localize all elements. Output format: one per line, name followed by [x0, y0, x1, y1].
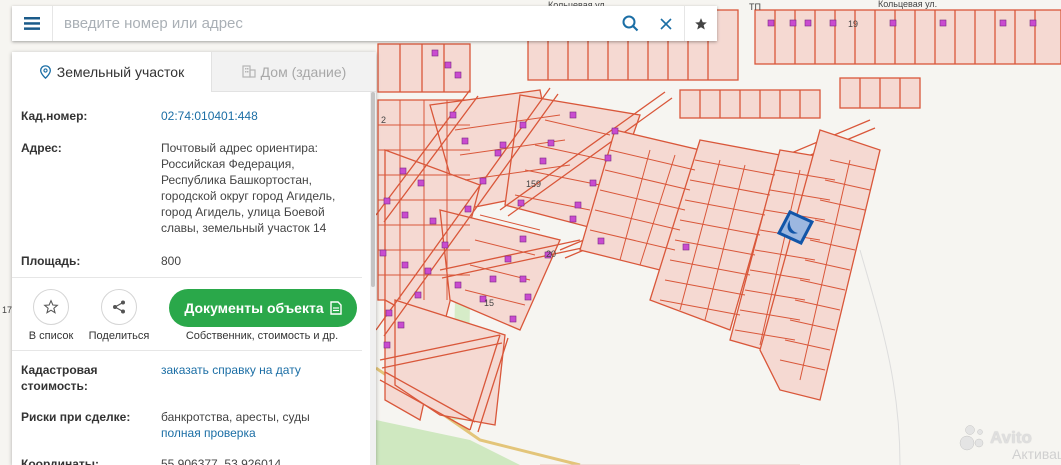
documents-button-label: Документы объекта [184, 300, 324, 316]
document-icon [329, 301, 342, 315]
search-bar [12, 6, 717, 41]
plot-number: 20 [546, 249, 557, 259]
plot-number: 15 [484, 298, 495, 308]
info-panel: Земельный участок Дом (здание) Кад.номер… [12, 52, 376, 465]
risks-text: банкротства, аресты, суды [161, 410, 310, 424]
scrollbar-thumb[interactable] [371, 92, 375, 287]
share-icon [113, 300, 125, 314]
area-label: Площадь: [21, 254, 81, 268]
star-outline-icon [43, 299, 59, 314]
share-button[interactable] [101, 289, 137, 325]
activation-overlay: Активаци [1012, 446, 1061, 462]
address-line: славы, земельный участок 14 [161, 221, 327, 235]
star-icon [695, 17, 707, 30]
plot-number: 2 [381, 115, 387, 125]
search-input[interactable] [53, 6, 612, 41]
cost-label-line: Кадастровая [21, 363, 98, 377]
tab-land-plot[interactable]: Земельный участок [12, 52, 211, 92]
documents-button[interactable]: Документы объекта [169, 289, 357, 327]
add-to-list-label: В список [28, 330, 74, 342]
share-label: Поделиться [88, 330, 150, 342]
location-pin-icon [39, 65, 51, 79]
address-line: город Агидель, улица Боевой [161, 205, 325, 219]
risks-value: банкротства, аресты, суды полная проверк… [161, 409, 361, 441]
tab-label: Земельный участок [56, 64, 185, 80]
favorites-button[interactable] [684, 6, 717, 41]
cadnum-value[interactable]: 02:74:010401:448 [161, 108, 361, 124]
address-line: Российская Федерация, [161, 157, 295, 171]
address-label: Адрес: [21, 141, 62, 155]
documents-caption: Собственник, стоимость и др. [185, 330, 339, 342]
plot-number: 159 [526, 179, 542, 189]
cadnum-label: Кад.номер: [21, 109, 88, 123]
add-to-list-button[interactable] [33, 289, 69, 325]
divider [12, 350, 362, 351]
address-line: городской округ город Агидель, [161, 189, 336, 203]
street-label: Кольцевая ул. [878, 0, 938, 9]
coords-label: Координаты: [21, 457, 100, 465]
divider [12, 277, 362, 278]
risks-label: Риски при сделке: [21, 410, 131, 424]
search-button[interactable] [612, 6, 648, 41]
address-line: Почтовый адрес ориентира: [161, 141, 318, 155]
clear-button[interactable] [648, 6, 684, 41]
tab-building[interactable]: Дом (здание) [211, 52, 376, 92]
cost-label: Кадастровая стоимость: [21, 362, 161, 394]
avito-logo-icon [959, 425, 984, 451]
panel-tabs: Земельный участок Дом (здание) [12, 52, 376, 92]
order-certificate-link[interactable]: заказать справку на дату [161, 362, 361, 378]
coords-value: 55.906377, 53.926014 [161, 457, 282, 465]
tp-label: ТП [749, 2, 761, 12]
address-value: Почтовый адрес ориентира: Российская Фед… [161, 140, 361, 236]
avito-watermark-text: Avito [990, 428, 1032, 447]
cost-label-line: стоимость: [21, 379, 88, 393]
tab-label: Дом (здание) [260, 63, 347, 80]
plot-number: 19 [848, 19, 859, 29]
area-value: 800 [161, 254, 182, 268]
menu-button[interactable] [12, 6, 53, 41]
search-icon [622, 15, 638, 32]
building-icon [242, 65, 256, 78]
full-check-link[interactable]: полная проверка [161, 425, 361, 441]
close-icon [660, 17, 672, 30]
address-line: Республика Башкортостан, [161, 173, 313, 187]
plot-number: 17 [2, 305, 13, 315]
hamburger-icon [24, 17, 40, 30]
